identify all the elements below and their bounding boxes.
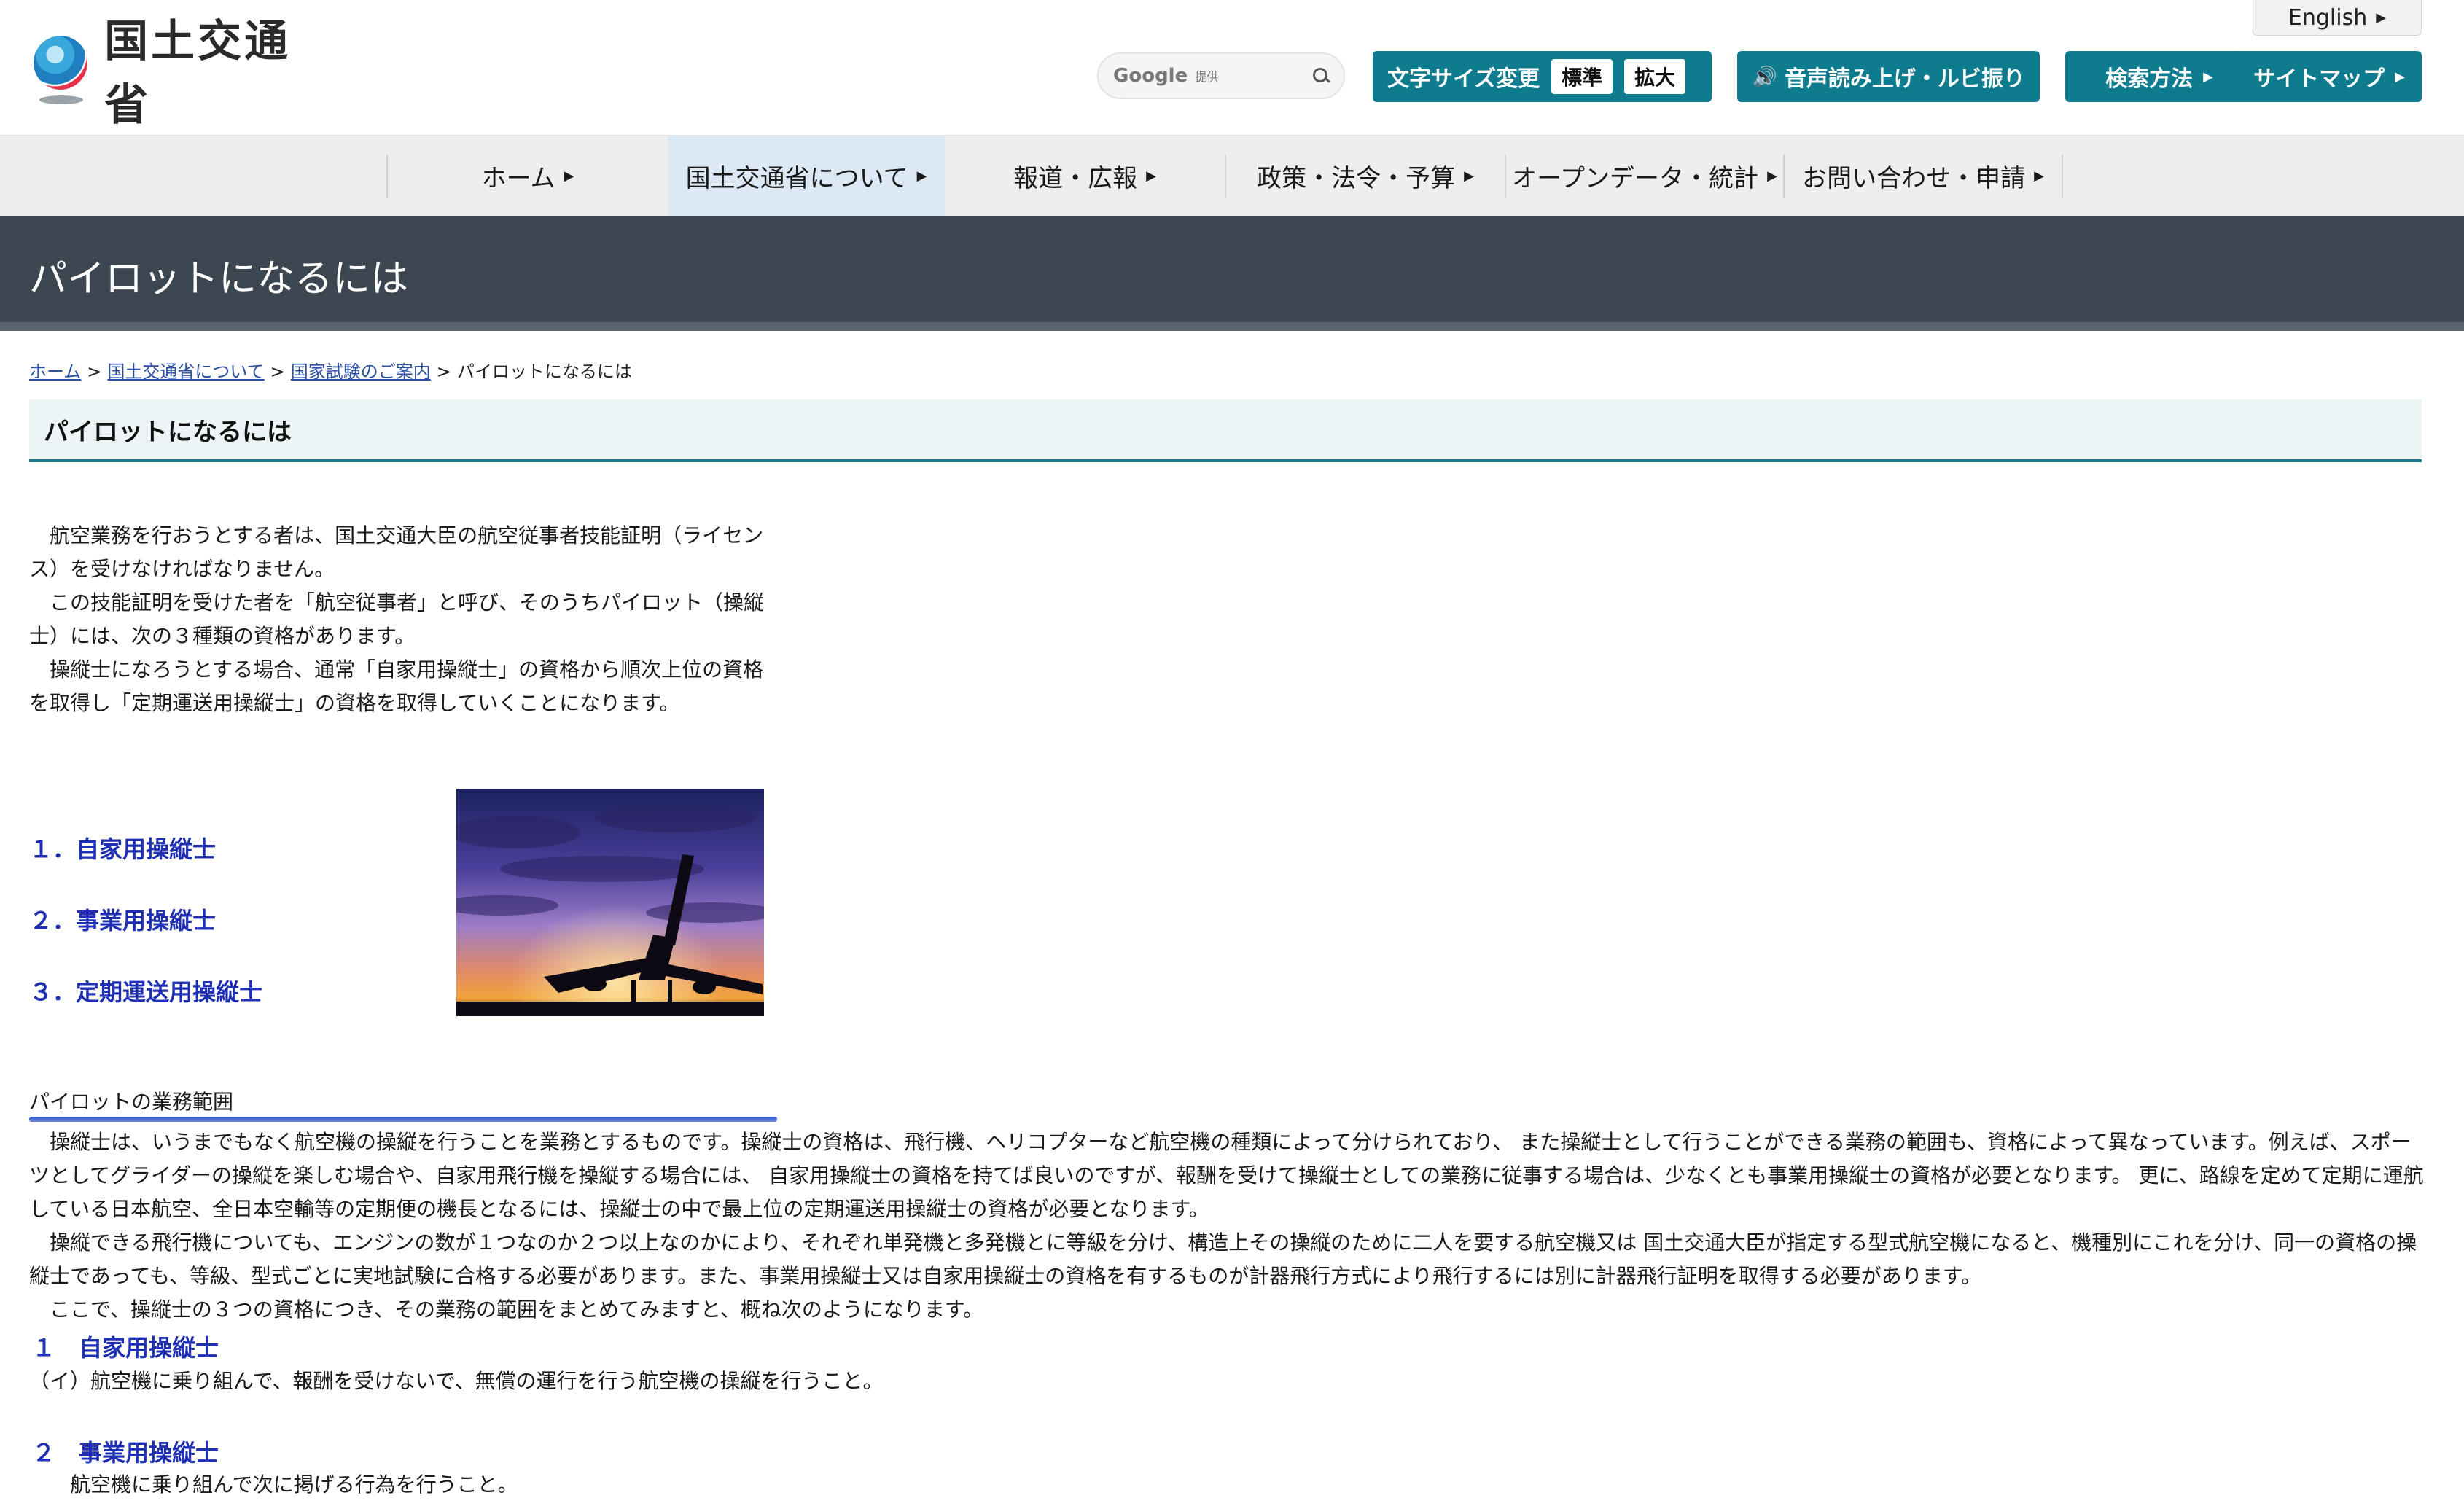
nav-label: 国土交通省について [685, 164, 908, 193]
breadcrumb-separator: > [436, 362, 451, 382]
nav-item-home[interactable]: ホーム ▶ [388, 136, 668, 216]
link-commercial-pilot[interactable]: ２．事業用操縦士 [29, 902, 216, 936]
triangle-right-icon: ▶ [2395, 69, 2405, 85]
search-input[interactable]: Google 提供 [1097, 52, 1345, 99]
breadcrumb-link-exams[interactable]: 国家試験のご案内 [291, 362, 431, 382]
commercial-pilot-scope-text: 航空機に乗り組んで次に掲げる行為を行うこと。 [70, 1472, 518, 1497]
airplane-sunset-photo [456, 789, 764, 1016]
site-logo[interactable]: 国土交通省 [29, 16, 335, 130]
triangle-right-icon: ▶ [2376, 9, 2387, 26]
mlit-emblem-icon [29, 33, 93, 106]
font-size-control: 文字サイズ変更 標準 拡大 [1373, 51, 1712, 102]
nav-label: 政策・法令・予算 [1257, 164, 1456, 193]
breadcrumb-link-home[interactable]: ホーム [29, 362, 81, 382]
breadcrumb-separator: > [87, 362, 102, 382]
nav-label: オープンデータ・統計 [1512, 164, 1759, 193]
private-pilot-scope-text: （イ）航空機に乗り組んで、報酬を受けないで、無償の運行を行う航空機の操縦を行うこ… [29, 1369, 884, 1393]
intro-paragraph: 操縦士になろうとする場合、通常「自家用操縦士」の資格から順次上位の資格を取得し「… [29, 658, 764, 715]
scope-title-underline [29, 1117, 777, 1122]
logo-text: 国土交通省 [104, 16, 292, 130]
nav-label: お問い合わせ・申請 [1802, 164, 2026, 193]
intro-paragraph: 航空業務を行おうとする者は、国土交通大臣の航空従事者技能証明（ライセンス）を受け… [29, 523, 764, 581]
content-heading: パイロットになるには [29, 399, 2422, 462]
scope-paragraph: 操縦士は、いうまでもなく航空機の操縦を行うことを業務とするものです。操縦士の資格… [29, 1130, 2424, 1221]
english-link[interactable]: English ▶ [2253, 0, 2422, 36]
nav-item-contact[interactable]: お問い合わせ・申請 ▶ [1785, 136, 2062, 216]
scope-text: 操縦士は、いうまでもなく航空機の操縦を行うことを業務とするものです。操縦士の資格… [29, 1125, 2428, 1327]
nav-label: 報道・広報 [1013, 164, 1138, 193]
nav-item-about[interactable]: 国土交通省について ▶ [668, 136, 945, 216]
read-aloud-label: 音声読み上げ・ルビ振り [1784, 66, 2025, 92]
triangle-right-icon: ▶ [1464, 168, 1474, 184]
link-private-pilot[interactable]: １．自家用操縦士 [29, 831, 216, 865]
scope-paragraph: 操縦できる飛行機についても、エンジンの数が１つなのか２つ以上なのかにより、それぞ… [29, 1230, 2417, 1288]
triangle-right-icon: ▶ [2034, 168, 2044, 184]
link-airline-transport-pilot[interactable]: ３．定期運送用操縦士 [29, 974, 262, 1007]
triangle-right-icon: ▶ [564, 168, 574, 184]
global-nav: ホーム ▶ 国土交通省について ▶ 報道・広報 ▶ 政策・法令・予算 ▶ オープンデータ… [0, 135, 2464, 216]
breadcrumb-current: パイロットになるには [456, 362, 632, 382]
intro-paragraph: この技能証明を受けた者を「航空従事者」と呼び、そのうちパイロット（操縦士）には、… [29, 590, 765, 648]
search-provided-label: 提供 [1195, 70, 1219, 84]
triangle-right-icon: ▶ [2203, 69, 2213, 85]
nav-item-policy[interactable]: 政策・法令・予算 ▶ [1226, 136, 1505, 216]
search-brand: Google [1113, 65, 1188, 87]
triangle-right-icon: ▶ [1146, 168, 1156, 184]
nav-divider [2062, 155, 2063, 198]
scope-title: パイロットの業務範囲 [29, 1090, 234, 1114]
breadcrumb-link-about[interactable]: 国土交通省について [107, 362, 264, 382]
page-title-band: パイロットになるには [0, 216, 2464, 331]
font-size-label: 文字サイズ変更 [1387, 66, 1540, 92]
page-title: パイロットになるには [29, 257, 409, 301]
subheading-private-pilot: １ 自家用操縦士 [32, 1334, 219, 1362]
breadcrumb-separator: > [270, 362, 285, 382]
font-size-large-button[interactable]: 拡大 [1624, 59, 1686, 94]
triangle-right-icon: ▶ [916, 168, 927, 184]
font-size-standard-button[interactable]: 標準 [1551, 59, 1613, 94]
search-help-label: 検索方法 [2105, 66, 2194, 92]
triangle-right-icon: ▶ [1767, 168, 1777, 184]
intro-text: 航空業務を行おうとする者は、国土交通大臣の航空従事者技能証明（ライセンス）を受け… [29, 519, 765, 720]
sitemap-button[interactable]: サイトマップ ▶ [2237, 51, 2422, 102]
nav-item-opendata[interactable]: オープンデータ・統計 ▶ [1506, 136, 1783, 216]
subheading-commercial-pilot: ２ 事業用操縦士 [32, 1439, 219, 1467]
search-icon[interactable] [1313, 68, 1329, 84]
scope-paragraph: ここで、操縦士の３つの資格につき、その業務の範囲をまとめてみますと、概ね次のよう… [50, 1298, 984, 1322]
read-aloud-button[interactable]: 🔊 音声読み上げ・ルビ振り [1737, 51, 2040, 102]
title-band-stripe [0, 322, 2464, 331]
search-help-button[interactable]: 検索方法 ▶ [2065, 51, 2253, 102]
nav-item-press[interactable]: 報道・広報 ▶ [945, 136, 1225, 216]
speaker-icon: 🔊 [1752, 64, 1777, 89]
english-label: English [2288, 4, 2368, 31]
nav-label: ホーム [481, 164, 555, 193]
sitemap-label: サイトマップ [2253, 66, 2385, 92]
breadcrumb: ホーム > 国土交通省について > 国家試験のご案内 > パイロットになるには [29, 357, 632, 383]
